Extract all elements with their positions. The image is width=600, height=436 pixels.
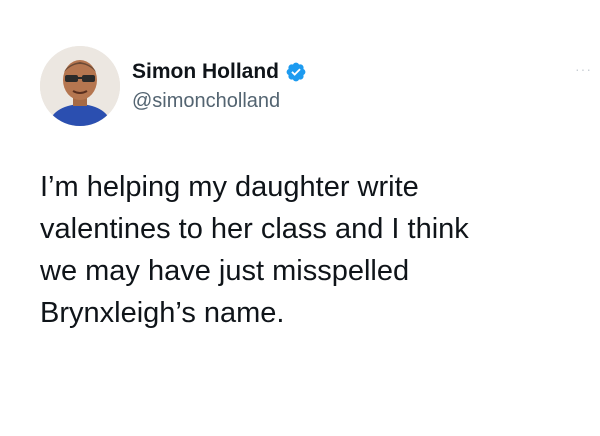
avatar[interactable] (40, 46, 120, 126)
tweet-text-line: Brynxleigh’s name. (40, 297, 285, 329)
tweet-text: I’m helping my daughter write valentines… (40, 166, 580, 334)
tweet-text-line: valentines to her class and I think (40, 213, 469, 245)
tweet-text-line: we may have just misspelled (40, 255, 410, 287)
more-options-icon[interactable]: ··· (575, 62, 592, 76)
author-name-row: Simon Holland (132, 59, 307, 85)
tweet-text-line: I’m helping my daughter write (40, 171, 419, 203)
author-handle[interactable]: @simoncholland (132, 89, 280, 113)
tweet-card: Simon Holland @simoncholland ··· I’m hel… (0, 0, 600, 436)
author-display-name[interactable]: Simon Holland (132, 59, 279, 85)
avatar-photo (40, 46, 120, 126)
verified-badge-icon (285, 61, 307, 83)
